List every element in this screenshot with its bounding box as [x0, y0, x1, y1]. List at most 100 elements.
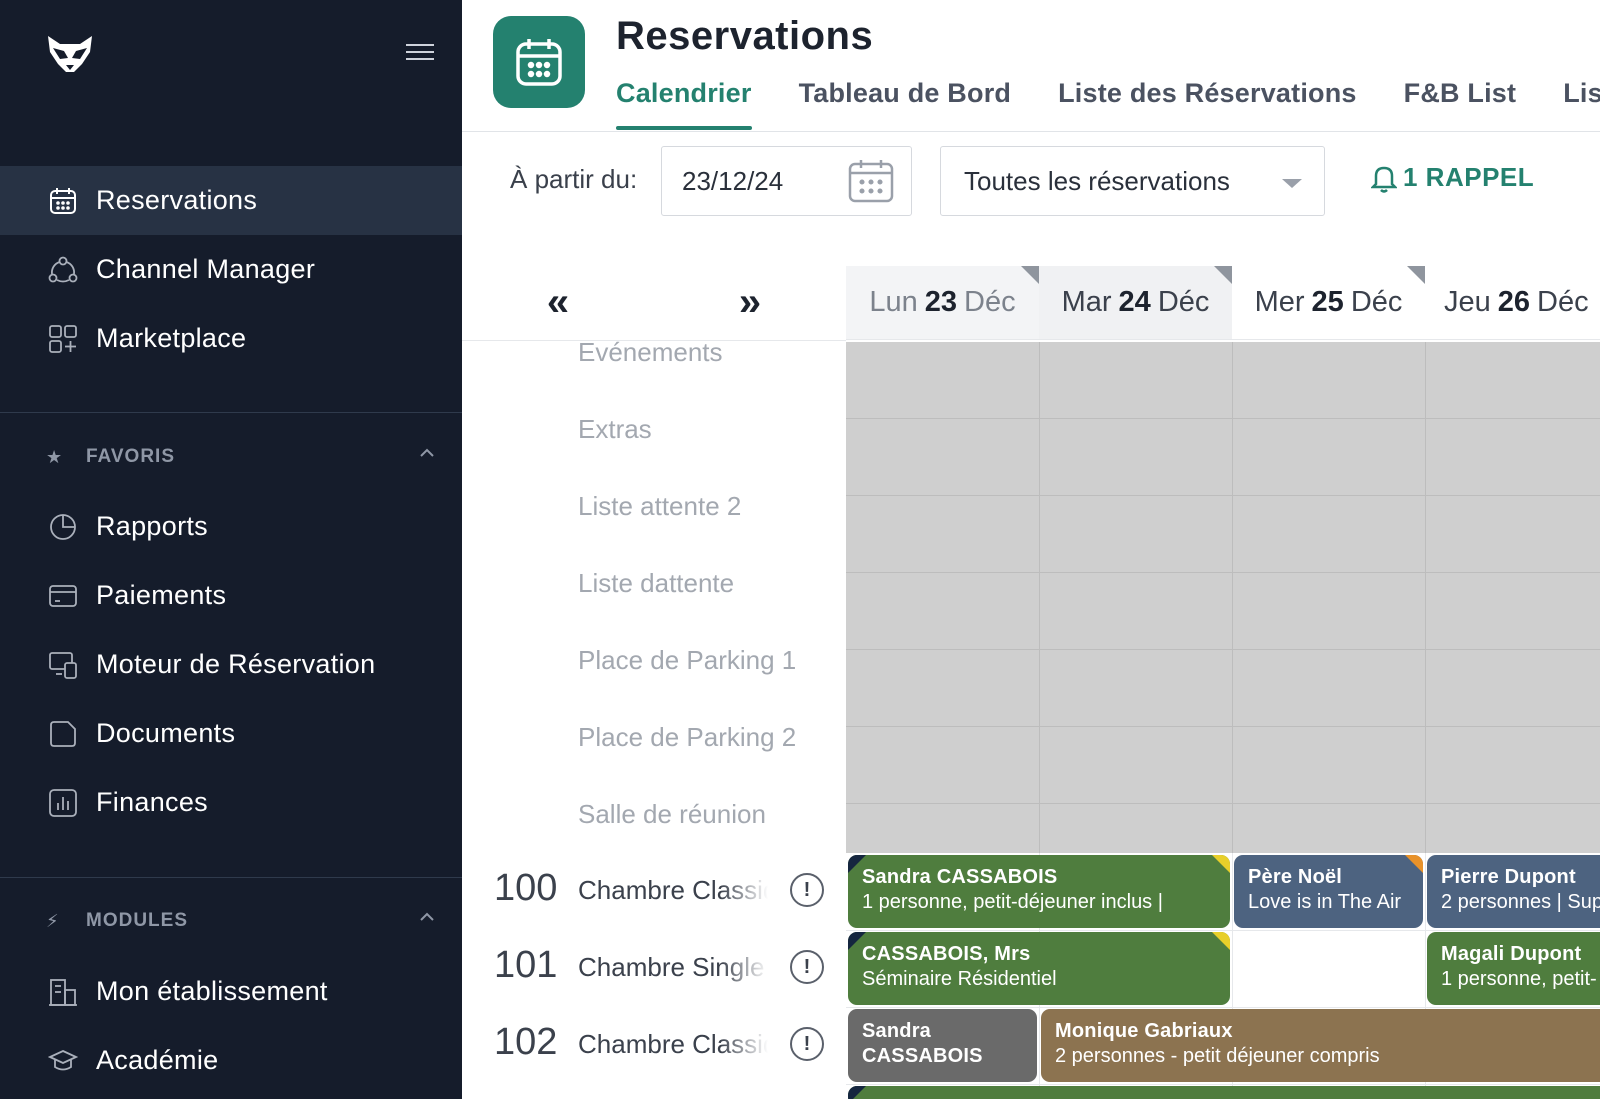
room-row[interactable]: 102 Chambre Classique ! — [462, 1007, 846, 1084]
booking-guest-name: CASSABOIS, Mrs — [862, 943, 1031, 965]
credit-card-icon — [48, 581, 78, 611]
note-flag-icon — [1405, 855, 1423, 873]
menu-toggle-icon[interactable] — [406, 44, 434, 64]
grid-row-line — [846, 1084, 1600, 1085]
day-header[interactable]: Mar 24 Déc — [1039, 266, 1232, 340]
resource-label-salle-de-reunion: Salle de réunion — [578, 799, 766, 829]
booking-block[interactable]: Pierre Dupont 2 personnes | Sup — [1427, 855, 1600, 928]
resource-label-liste-attente-2: Liste attente 2 — [578, 491, 742, 521]
alert-icon[interactable]: ! — [790, 873, 824, 907]
booking-block[interactable]: Père Noël Love is in The Air — [1234, 855, 1423, 928]
sidebar-item-moteur-de-reservation[interactable]: Moteur de Réservation — [0, 630, 462, 699]
bell-icon — [1371, 166, 1397, 193]
bar-chart-icon — [48, 788, 78, 818]
arrival-marker-icon — [848, 855, 866, 873]
day-of-week: Mer — [1254, 286, 1305, 318]
chevron-up-icon[interactable] — [418, 444, 436, 462]
calendar-icon — [516, 39, 562, 86]
raccoon-logo-icon[interactable] — [44, 34, 96, 74]
resource-label-extras: Extras — [578, 414, 652, 444]
grid-row-line — [846, 803, 1600, 804]
page-title: Reservations — [616, 14, 874, 58]
modules-section-header[interactable]: ⚡ MODULES — [46, 906, 436, 936]
sidebar-item-label: Mon établissement — [96, 976, 328, 1006]
booking-description: 1 personne, petit- — [1441, 968, 1597, 990]
tab-liste-des-reservations[interactable]: Liste des Réservations — [1058, 78, 1357, 130]
tab-tableau-de-bord[interactable]: Tableau de Bord — [799, 78, 1012, 130]
resource-label-liste-dattente: Liste dattente — [578, 568, 735, 598]
room-row[interactable]: 101 Chambre Single ! — [462, 930, 846, 1007]
booking-block[interactable]: Sandra CASSABOIS — [848, 1009, 1037, 1082]
sidebar-item-reservations[interactable]: Reservations — [0, 166, 462, 235]
grid-plus-icon — [48, 324, 78, 354]
grid-row-line — [846, 572, 1600, 573]
sidebar: Reservations Channel Manager Marketplace… — [0, 0, 462, 1099]
sidebar-item-academie[interactable]: Académie — [0, 1026, 462, 1095]
booking-block[interactable]: CASSABOIS, Mrs Séminaire Résidentiel — [848, 932, 1230, 1005]
booking-block[interactable]: Magali Dupont 1 personne, petit- — [1427, 932, 1600, 1005]
note-flag-icon — [1212, 855, 1230, 873]
booking-description: 2 personnes - petit déjeuner compris — [1055, 1045, 1380, 1067]
alert-icon[interactable]: ! — [790, 1027, 824, 1061]
reservation-filter-select[interactable]: Toutes les réservations — [940, 146, 1325, 216]
tab-calendrier[interactable]: Calendrier — [616, 78, 752, 130]
room-number: 100 — [494, 867, 558, 909]
note-flag-icon — [1212, 932, 1230, 950]
day-of-week: Jeu — [1444, 286, 1491, 318]
arrival-marker-icon — [848, 932, 866, 950]
room-name: Chambre Classique — [578, 875, 768, 905]
day-number: 23 — [924, 286, 958, 318]
graduation-cap-icon — [48, 1046, 78, 1076]
room-row[interactable]: 100 Chambre Classique ! — [462, 853, 846, 930]
sidebar-item-rapports[interactable]: Rapports — [0, 492, 462, 561]
from-date-input[interactable]: 23/12/24 — [661, 146, 912, 216]
sidebar-item-finances[interactable]: Finances — [0, 768, 462, 837]
day-month: Déc — [1350, 286, 1403, 318]
sidebar-item-marketplace[interactable]: Marketplace — [0, 304, 462, 373]
header-divider — [462, 131, 1600, 132]
booking-block[interactable] — [848, 1086, 1600, 1099]
room-number: 102 — [494, 1021, 558, 1063]
sidebar-item-channel-manager[interactable]: Channel Manager — [0, 235, 462, 304]
booking-block[interactable]: Monique Gabriaux 2 personnes - petit déj… — [1041, 1009, 1600, 1082]
booking-guest-name: Sandra CASSABOIS — [862, 866, 1058, 888]
day-number: 24 — [1118, 286, 1151, 318]
day-month: Déc — [1537, 286, 1589, 318]
resource-label-parking-2: Place de Parking 2 — [578, 722, 797, 752]
sidebar-item-label: Channel Manager — [96, 254, 316, 284]
document-icon — [48, 719, 78, 749]
grid-row-line — [846, 1007, 1600, 1008]
booking-guest-name: Monique Gabriaux — [1055, 1020, 1233, 1042]
pie-chart-icon — [48, 512, 78, 542]
note-corner-icon — [1021, 266, 1039, 284]
favorites-section-header[interactable]: ★ FAVORIS — [46, 442, 436, 472]
sidebar-item-paiements[interactable]: Paiements — [0, 561, 462, 630]
filter-value: Toutes les réservations — [964, 165, 1230, 196]
tab-fb-list[interactable]: F&B List — [1404, 78, 1517, 130]
sidebar-item-documents[interactable]: Documents — [0, 699, 462, 768]
sidebar-item-mon-etablissement[interactable]: Mon établissement — [0, 957, 462, 1026]
tab-liste[interactable]: Liste — [1563, 78, 1600, 130]
day-of-week: Lun — [869, 286, 918, 318]
network-icon — [48, 255, 78, 285]
booking-guest-name: Père Noël — [1248, 866, 1343, 888]
sidebar-item-label: Moteur de Réservation — [96, 649, 376, 679]
previous-week-button[interactable]: « — [540, 282, 576, 322]
day-header[interactable]: Jeu 26 Déc — [1425, 266, 1600, 340]
day-of-week: Mar — [1061, 286, 1112, 318]
reminder-button[interactable]: 1 RAPPEL — [1371, 162, 1534, 193]
calendar-icon — [48, 186, 78, 216]
grid-row-line — [846, 495, 1600, 496]
day-header[interactable]: Mer 25 Déc — [1232, 266, 1425, 340]
chevron-up-icon[interactable] — [418, 908, 436, 926]
booking-block[interactable]: Sandra CASSABOIS 1 personne, petit-déjeu… — [848, 855, 1230, 928]
booking-guest-name: Pierre Dupont — [1441, 866, 1576, 888]
day-header[interactable]: Lun 23 Déc — [846, 266, 1039, 340]
dropdown-caret-icon — [1282, 179, 1302, 188]
alert-icon[interactable]: ! — [790, 950, 824, 984]
sidebar-item-label: Marketplace — [96, 323, 247, 353]
date-value: 23/12/24 — [682, 165, 784, 196]
day-number: 26 — [1497, 286, 1531, 318]
calendar-picker-icon[interactable] — [847, 158, 895, 204]
next-week-button[interactable]: » — [732, 282, 768, 322]
